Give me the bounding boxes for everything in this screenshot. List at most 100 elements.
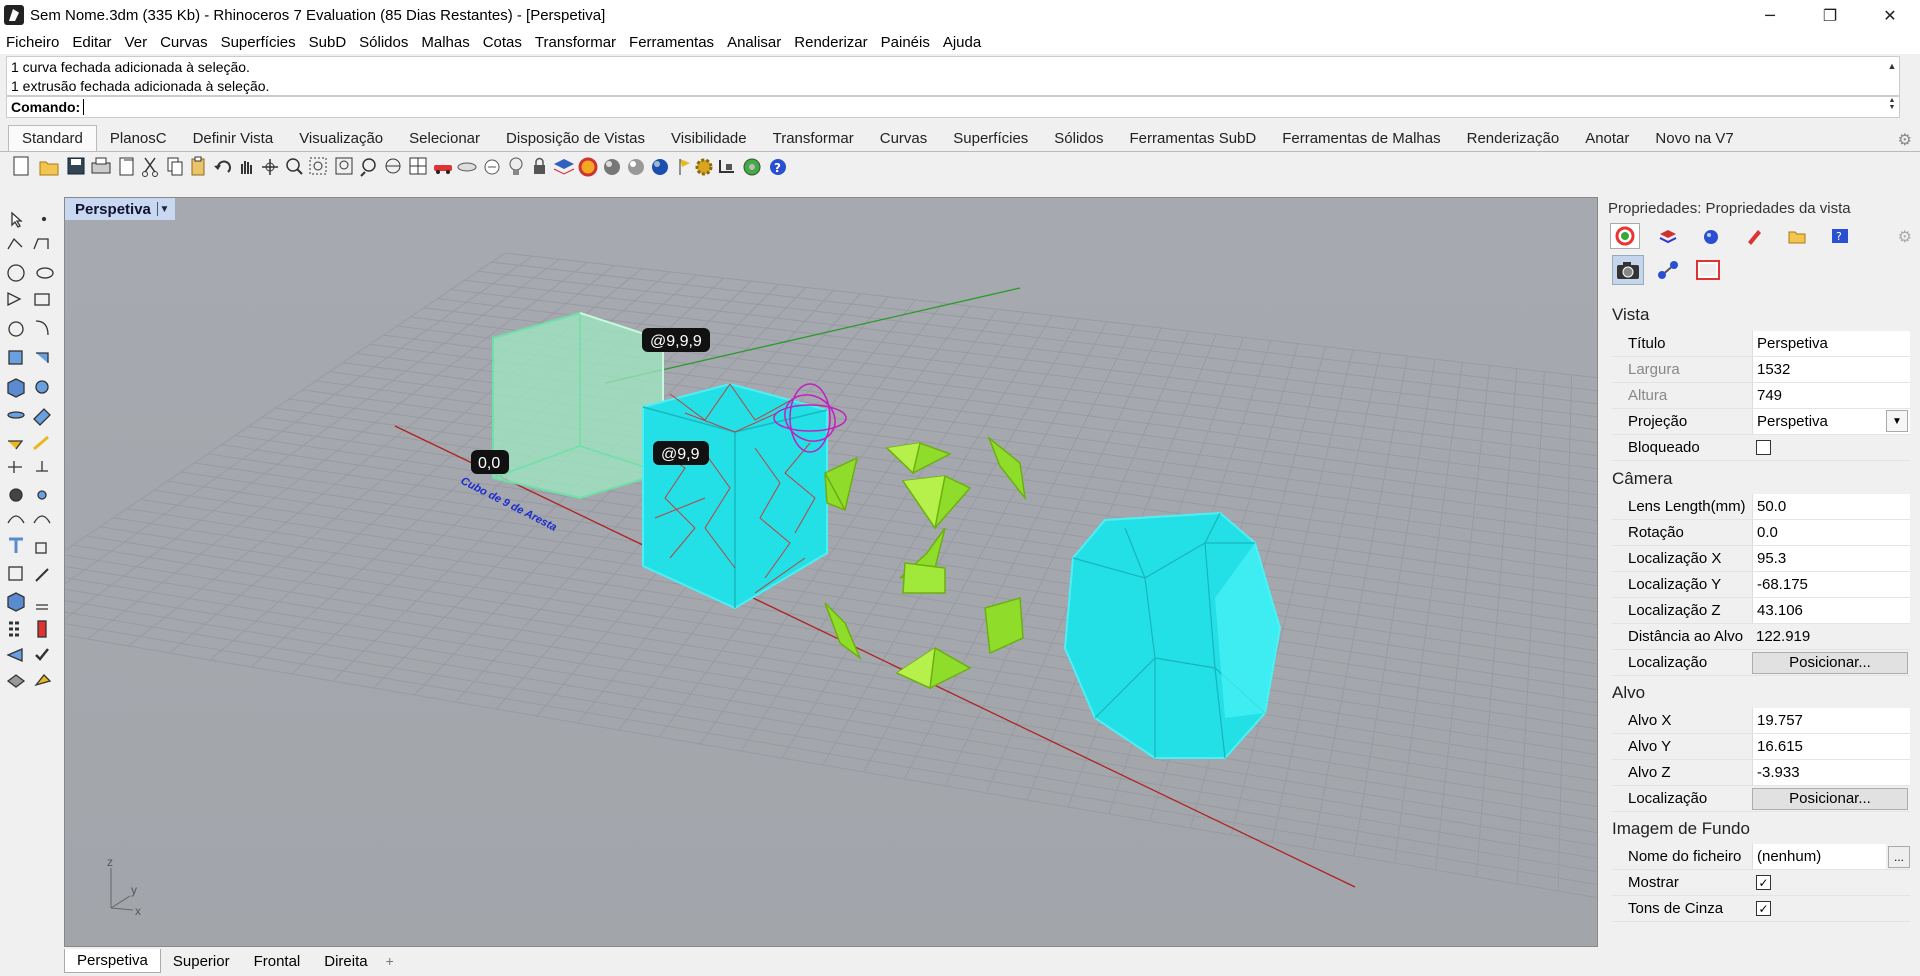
mesh-icon[interactable] bbox=[33, 435, 49, 451]
toolbar-tab-1[interactable]: PlanosC bbox=[97, 126, 180, 151]
toolbar-tab-7[interactable]: Transformar bbox=[760, 126, 867, 151]
toolbar-tab-10[interactable]: Sólidos bbox=[1041, 126, 1116, 151]
open-icon[interactable] bbox=[39, 161, 59, 176]
curve-cv-icon[interactable] bbox=[33, 238, 49, 250]
menu-item-4[interactable]: Superfícies bbox=[221, 34, 296, 51]
cylinder-icon[interactable] bbox=[7, 411, 25, 419]
zoom-window-icon[interactable] bbox=[309, 157, 327, 175]
arc-icon[interactable] bbox=[7, 291, 22, 307]
viewport-tab-3[interactable]: Direita bbox=[312, 950, 379, 973]
viewport-tab-0[interactable]: Perspetiva bbox=[64, 949, 161, 973]
toolbar-tab-3[interactable]: Visualização bbox=[286, 126, 396, 151]
zoom-extents-icon[interactable] bbox=[335, 157, 353, 175]
hatch-icon[interactable] bbox=[36, 604, 48, 610]
rectangle-icon[interactable] bbox=[34, 293, 50, 306]
menu-item-6[interactable]: Sólidos bbox=[359, 34, 408, 51]
viewport-tab-1[interactable]: Superior bbox=[161, 950, 242, 973]
help-icon[interactable]: ? bbox=[770, 159, 786, 175]
scroll-up-icon[interactable]: ▲ bbox=[1888, 57, 1897, 76]
four-views-icon[interactable] bbox=[409, 157, 427, 175]
scale-icon[interactable] bbox=[33, 515, 51, 524]
minimize-button[interactable]: ─ bbox=[1740, 0, 1800, 30]
gear-icon[interactable] bbox=[695, 158, 713, 176]
menu-item-0[interactable]: Ficheiro bbox=[6, 34, 59, 51]
menu-item-3[interactable]: Curvas bbox=[160, 34, 208, 51]
locx-field[interactable]: 95.3 bbox=[1752, 546, 1910, 571]
altura-field[interactable]: 749 bbox=[1752, 383, 1910, 408]
chevron-down-icon[interactable]: ▼ bbox=[1886, 410, 1908, 432]
block-icon[interactable] bbox=[37, 620, 47, 638]
command-scrollbar[interactable]: ▲ ▼ bbox=[1885, 97, 1899, 117]
object-properties-tab[interactable] bbox=[1610, 223, 1640, 249]
cut-icon[interactable] bbox=[142, 157, 158, 177]
color-wheel-icon[interactable] bbox=[578, 157, 598, 177]
mostrar-checkbox[interactable]: ✓ bbox=[1756, 875, 1771, 890]
alvo-posicionar-button[interactable]: Posicionar... bbox=[1752, 787, 1908, 810]
viewport-tab-2[interactable]: Frontal bbox=[242, 950, 313, 973]
named-views-icon[interactable] bbox=[385, 158, 401, 174]
surface-points-icon[interactable] bbox=[8, 350, 23, 365]
select-arrow-icon[interactable] bbox=[11, 211, 23, 228]
viewport-perspective[interactable]: @9,9,9 @9,9 0,0 Cubo de 9 de Aresta z y … bbox=[64, 197, 1598, 947]
spin-down-icon[interactable]: ▼ bbox=[1889, 104, 1896, 111]
polyline-icon[interactable] bbox=[7, 237, 23, 250]
alvo-z-field[interactable]: -3.933 bbox=[1752, 760, 1910, 785]
alvo-x-field[interactable]: 19.757 bbox=[1752, 708, 1910, 733]
pan-icon[interactable] bbox=[241, 161, 252, 174]
green-box[interactable] bbox=[492, 311, 664, 500]
render-icon[interactable] bbox=[7, 592, 25, 612]
camera-posicionar-button[interactable]: Posicionar... bbox=[1752, 651, 1908, 674]
menu-item-12[interactable]: Renderizar bbox=[794, 34, 867, 51]
add-viewport-icon[interactable]: + bbox=[386, 953, 394, 969]
toolbar-tab-6[interactable]: Visibilidade bbox=[658, 126, 760, 151]
titulo-field[interactable]: Perspetiva bbox=[1752, 331, 1910, 356]
zoom-selected-icon[interactable] bbox=[360, 158, 376, 177]
copy-icon[interactable] bbox=[167, 157, 183, 176]
cplane-icon[interactable] bbox=[457, 162, 477, 172]
toolbar-tab-15[interactable]: Novo na V7 bbox=[1642, 126, 1746, 151]
background-icon[interactable] bbox=[1692, 255, 1724, 285]
toolbar-tab-13[interactable]: Renderização bbox=[1454, 126, 1573, 151]
new-icon[interactable] bbox=[13, 156, 29, 176]
layer-icon[interactable] bbox=[553, 159, 575, 175]
render-tab[interactable] bbox=[1739, 223, 1769, 249]
sphere-icon[interactable] bbox=[604, 159, 620, 175]
extrude-icon[interactable] bbox=[33, 408, 51, 426]
array-icon[interactable] bbox=[9, 621, 19, 637]
fillet-edge-icon[interactable] bbox=[8, 440, 24, 450]
toolbar-tab-11[interactable]: Ferramentas SubD bbox=[1117, 126, 1270, 151]
locz-field[interactable]: 43.106 bbox=[1752, 598, 1910, 623]
toolbar-tab-12[interactable]: Ferramentas de Malhas bbox=[1269, 126, 1453, 151]
toolbar-tab-4[interactable]: Selecionar bbox=[396, 126, 493, 151]
zoom-icon[interactable] bbox=[286, 158, 303, 175]
render-sphere-icon[interactable] bbox=[628, 159, 644, 175]
properties-icon[interactable] bbox=[6, 674, 26, 688]
menu-item-10[interactable]: Ferramentas bbox=[629, 34, 714, 51]
menu-item-7[interactable]: Malhas bbox=[421, 34, 469, 51]
boolean-union-icon[interactable] bbox=[35, 380, 49, 394]
lens-field[interactable]: 50.0 bbox=[1752, 494, 1910, 519]
layers-tab[interactable] bbox=[1653, 223, 1683, 249]
command-history-scrollbar[interactable]: ▲ ▼ bbox=[1885, 57, 1899, 104]
circle-center-icon[interactable] bbox=[8, 321, 24, 337]
command-input[interactable] bbox=[83, 99, 85, 115]
undo-icon[interactable] bbox=[214, 160, 231, 173]
menu-item-5[interactable]: SubD bbox=[309, 34, 347, 51]
toolbar-tab-14[interactable]: Anotar bbox=[1572, 126, 1642, 151]
gear-icon[interactable]: ⚙ bbox=[1898, 130, 1912, 150]
command-prompt[interactable]: Comando: ▲ ▼ bbox=[6, 96, 1900, 118]
curve-fillet-icon[interactable] bbox=[35, 320, 49, 336]
leader-icon[interactable] bbox=[36, 461, 48, 472]
camera-icon[interactable] bbox=[1612, 255, 1644, 285]
libraries-tab[interactable] bbox=[1782, 223, 1812, 249]
toolbar-tab-8[interactable]: Curvas bbox=[867, 126, 941, 151]
ellipse-icon[interactable] bbox=[36, 267, 54, 279]
menu-item-14[interactable]: Ajuda bbox=[943, 34, 981, 51]
globe-icon[interactable] bbox=[743, 158, 761, 176]
restore-button[interactable]: ❐ bbox=[1800, 0, 1860, 30]
browse-button[interactable]: ... bbox=[1888, 845, 1910, 868]
projecao-select[interactable]: Perspetiva ▼ bbox=[1752, 409, 1910, 434]
locy-field[interactable]: -68.175 bbox=[1752, 572, 1910, 597]
boolean-intersect-icon[interactable] bbox=[37, 490, 47, 500]
toolbar-tab-9[interactable]: Superfícies bbox=[940, 126, 1041, 151]
